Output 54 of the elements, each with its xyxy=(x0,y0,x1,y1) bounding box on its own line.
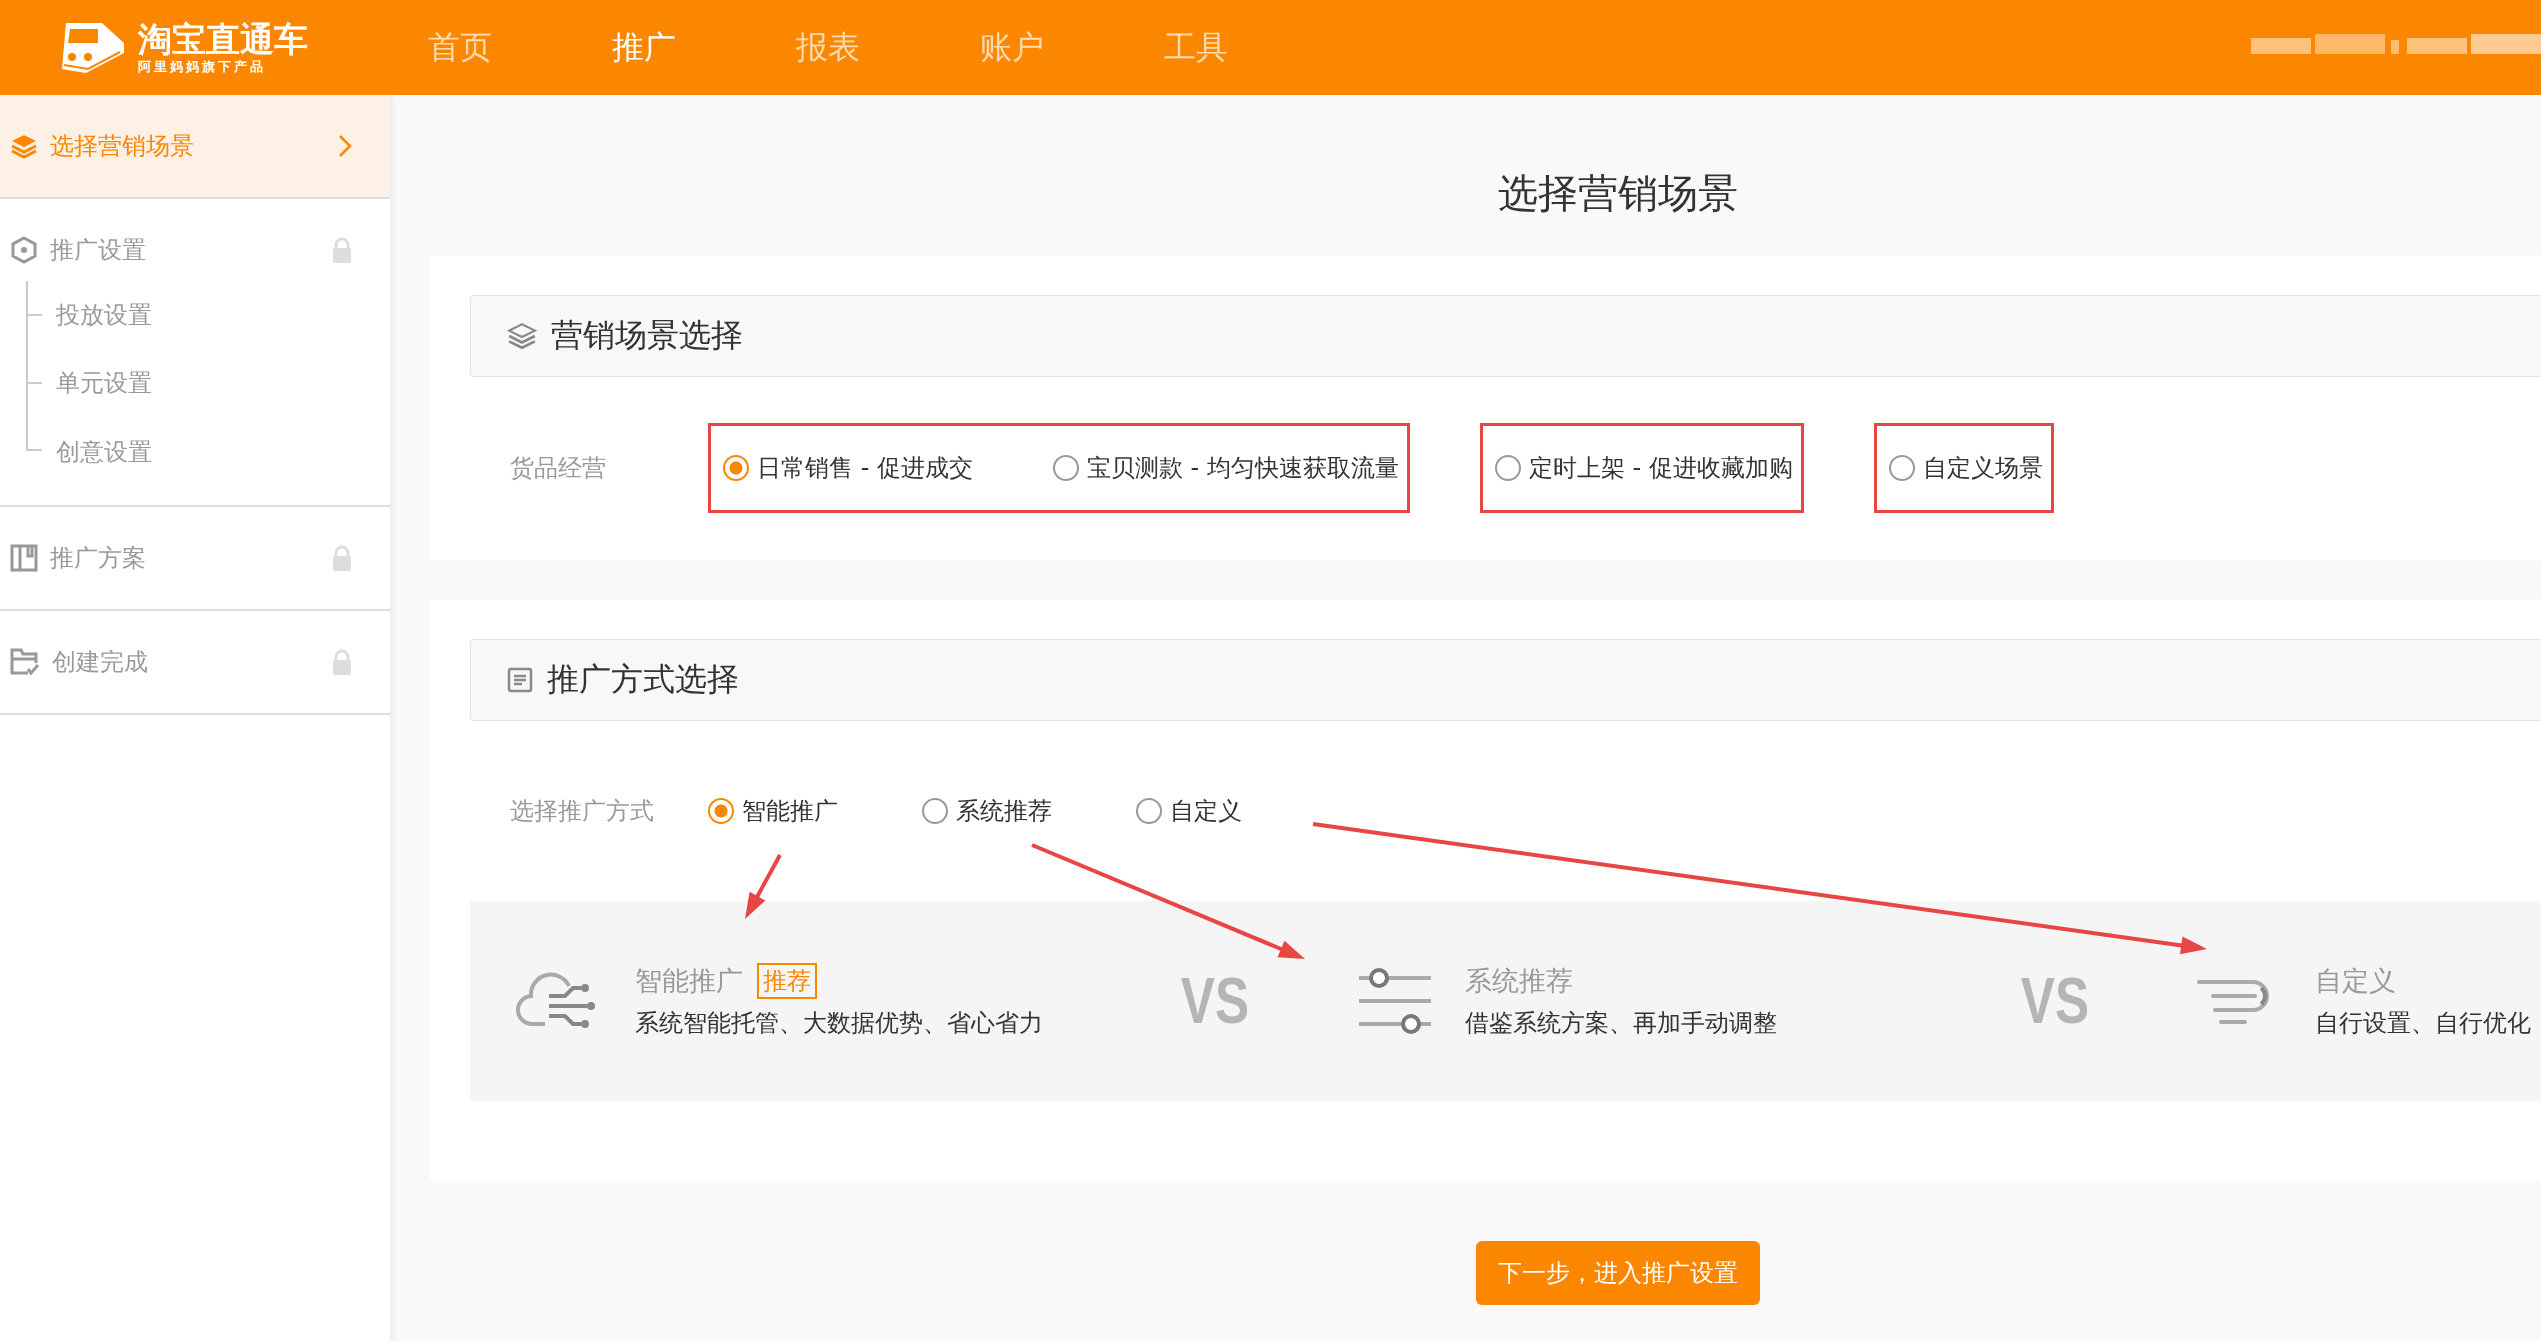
annotation-arrow xyxy=(745,854,782,919)
row-label: 货品经营 xyxy=(510,453,607,484)
option-title: 自定义 xyxy=(2315,964,2396,998)
radio-option[interactable]: 定时上架 - 促进收藏加购 xyxy=(1494,452,1793,484)
hexagon-icon xyxy=(10,236,38,264)
radio-button[interactable] xyxy=(1888,455,1915,481)
radio-option[interactable]: 宝贝测款 - 均匀快速获取流量 xyxy=(1052,452,1399,484)
document-icon xyxy=(507,667,533,693)
nav-tab[interactable]: 推广 xyxy=(612,25,796,70)
radio-option[interactable]: 自定义 xyxy=(1136,795,1350,827)
nav-tab[interactable]: 报表 xyxy=(796,25,980,70)
radio-option[interactable]: 系统推荐 xyxy=(922,795,1136,827)
radio-option[interactable]: 自定义场景 xyxy=(1888,452,2043,484)
radio-option[interactable]: 智能推广 xyxy=(708,795,922,827)
versus-label: VS xyxy=(2019,964,2091,1038)
folder-check-icon xyxy=(10,647,40,677)
option-description: 借鉴系统方案、再加手动调整 xyxy=(1465,1008,1777,1039)
logo-title: 淘宝直通车 xyxy=(138,19,308,58)
radio-button[interactable] xyxy=(922,798,948,824)
radio-option[interactable]: 日常销售 - 促进成交 xyxy=(723,452,973,484)
sidebar-item[interactable]: 推广方案 xyxy=(0,507,390,609)
sidebar-subitem[interactable]: 创意设置 xyxy=(56,436,152,468)
option-title: 系统推荐 xyxy=(1465,964,1573,998)
radio-button[interactable] xyxy=(708,798,734,824)
sidebar-item[interactable]: 选择营销场景 xyxy=(0,95,390,197)
logo-subtitle: 阿里妈妈旗下产品 xyxy=(138,57,267,76)
layers-icon xyxy=(507,321,537,351)
radio-button[interactable] xyxy=(1494,455,1521,481)
next-step-button[interactable]: 下一步，进入推广设置 xyxy=(1476,1241,1760,1305)
section-title: 推广方式选择 xyxy=(547,659,739,700)
radio-button[interactable] xyxy=(1136,798,1162,824)
board-icon xyxy=(10,544,38,572)
option-description: 自行设置、自行优化 xyxy=(2315,1008,2531,1039)
nav-tab[interactable]: 账户 xyxy=(980,25,1164,70)
radio-button[interactable] xyxy=(723,455,749,481)
section-title: 营销场景选择 xyxy=(551,315,743,356)
page-title: 选择营销场景 xyxy=(1497,168,1739,218)
lock-icon xyxy=(332,649,352,675)
option-description: 系统智能托管、大数据优势、省心省力 xyxy=(635,1008,1043,1039)
lock-icon xyxy=(332,545,352,571)
lock-icon xyxy=(332,237,352,263)
nav-tab[interactable]: 首页 xyxy=(428,25,612,70)
chevron-right-icon xyxy=(338,134,352,158)
sidebar-item[interactable]: 创建完成 xyxy=(0,611,390,713)
versus-label: VS xyxy=(1179,964,1251,1038)
option-title: 智能推广 xyxy=(635,964,743,998)
row-label: 选择推广方式 xyxy=(510,796,655,827)
nav-tab[interactable]: 工具 xyxy=(1164,25,1348,70)
sidebar-subitem[interactable]: 单元设置 xyxy=(56,367,152,399)
radio-button[interactable] xyxy=(1052,455,1079,481)
recommended-badge: 推荐 xyxy=(757,963,817,999)
layers-icon xyxy=(10,132,38,160)
sidebar-subitem[interactable]: 投放设置 xyxy=(56,299,152,331)
sidebar-item[interactable]: 推广设置 xyxy=(0,199,390,301)
